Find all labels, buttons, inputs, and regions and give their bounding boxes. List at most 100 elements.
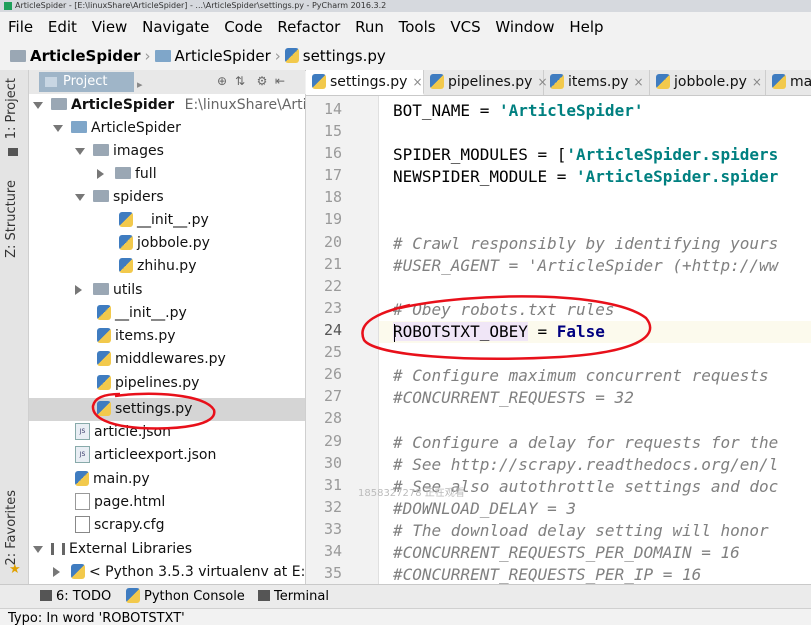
tree-item-main[interactable]: main.py [75, 468, 150, 490]
menu-edit[interactable]: Edit [48, 12, 77, 42]
left-tool-strip: 1: Project Z: Structure 2: Favorites ★ [0, 70, 29, 584]
tree-item-python-sdk[interactable]: < Python 3.5.3 virtualenv at E:\Ev [53, 561, 305, 583]
close-icon[interactable]: × [752, 75, 762, 89]
breadcrumb-package[interactable]: ArticleSpider [154, 47, 271, 65]
python-file-icon [772, 73, 786, 89]
menu-run[interactable]: Run [355, 12, 384, 42]
python-console-tab[interactable]: Python Console [126, 585, 245, 609]
side-tab-favorites[interactable]: 2: Favorites [4, 490, 19, 566]
todo-tab[interactable]: 6: TODO [40, 585, 111, 609]
todo-icon [40, 590, 52, 601]
menu-window[interactable]: Window [495, 12, 554, 42]
tree-item-page-html[interactable]: page.html [75, 491, 165, 513]
line-number: 17 [323, 166, 342, 184]
tree-item-zhihu[interactable]: zhihu.py [119, 255, 196, 277]
line-number: 14 [323, 100, 342, 118]
tab-label: settings.py [330, 74, 408, 90]
viewer-watermark: 1858327278 正在观看 [358, 488, 465, 499]
menu-help[interactable]: Help [569, 12, 603, 42]
expand-arrow-icon[interactable] [75, 148, 85, 155]
tree-item-external-libraries[interactable]: External Libraries [33, 538, 192, 560]
python-file-icon [97, 304, 111, 320]
sync-icon[interactable]: ⊕ [215, 74, 229, 88]
code-line-17: NEWSPIDER_MODULE = 'ArticleSpider.spider [393, 166, 778, 188]
code-keyword: False [556, 322, 605, 341]
star-icon[interactable]: ★ [9, 562, 21, 577]
code-line-14: BOT_NAME = 'ArticleSpider' [393, 100, 643, 122]
tree-item-article-json[interactable]: JS article.json [75, 421, 171, 443]
tab-pipelines[interactable]: pipelines.py × [424, 70, 548, 95]
collapsed-arrow-icon[interactable] [75, 285, 82, 295]
folder-icon [51, 98, 67, 110]
tree-item-scrapy-cfg[interactable]: scrapy.cfg [75, 514, 164, 536]
hide-panel-icon[interactable]: ⇤ [273, 74, 287, 88]
tree-item-jobbole[interactable]: jobbole.py [119, 232, 210, 254]
json-file-icon: JS [75, 445, 90, 463]
tree-item-articleexport-json[interactable]: JS articleexport.json [75, 444, 216, 466]
status-bar: Typo: In word 'ROBOTSTXT' [0, 608, 811, 625]
expand-arrow-icon[interactable] [33, 546, 43, 553]
close-icon[interactable]: × [634, 75, 644, 89]
tree-item-label: utils [113, 282, 143, 298]
expand-arrow-icon[interactable] [33, 102, 43, 109]
tab-jobbole[interactable]: jobbole.py × [650, 70, 766, 95]
code-line-32: #DOWNLOAD_DELAY = 3 [393, 499, 577, 518]
tree-item-label: pipelines.py [115, 375, 200, 391]
menu-view[interactable]: View [92, 12, 128, 42]
menu-vcs[interactable]: VCS [450, 12, 480, 42]
side-tab-project[interactable]: 1: Project [4, 78, 19, 139]
code-text: BOT_NAME = [393, 101, 499, 120]
project-view-icon [45, 76, 57, 87]
tree-item-full[interactable]: full [97, 163, 157, 185]
tree-item-articlespider[interactable]: ArticleSpider [53, 117, 181, 139]
tab-settings[interactable]: settings.py × [306, 70, 424, 95]
breadcrumb-file[interactable]: settings.py [284, 47, 386, 65]
line-number: 35 [323, 564, 342, 582]
tree-item-settings[interactable]: settings.py [97, 398, 192, 420]
python-console-label: Python Console [144, 589, 245, 604]
project-panel-header: Project ▸ ⊕ ⇅ ⚙ ⇤ [29, 70, 305, 95]
tree-item-images[interactable]: images [75, 140, 164, 162]
terminal-tab[interactable]: Terminal [258, 585, 329, 609]
folder-icon [154, 49, 171, 62]
expand-arrow-icon[interactable] [53, 125, 63, 132]
code-string: 'ArticleSpider' [498, 101, 644, 120]
tree-item-middlewares[interactable]: middlewares.py [97, 348, 226, 370]
folder-icon [93, 144, 109, 156]
tree-item-spiders-init[interactable]: __init__.py [119, 209, 209, 231]
tree-root[interactable]: ArticleSpider E:\linuxShare\ArticleSp [33, 94, 305, 116]
gear-icon[interactable]: ⚙ [255, 74, 269, 88]
menu-refactor[interactable]: Refactor [277, 12, 340, 42]
tree-item-label: settings.py [115, 401, 193, 417]
tree-item-utils[interactable]: utils [75, 279, 142, 301]
tree-item-spiders[interactable]: spiders [75, 186, 164, 208]
side-tab-structure[interactable]: Z: Structure [4, 180, 19, 258]
menu-tools[interactable]: Tools [399, 12, 436, 42]
close-icon[interactable]: × [412, 75, 422, 89]
project-tool-icon[interactable] [8, 148, 18, 156]
line-number: 19 [323, 210, 342, 228]
tab-items[interactable]: items.py × [544, 70, 650, 95]
python-file-icon [312, 73, 326, 89]
collapse-icon[interactable]: ⇅ [233, 74, 247, 88]
collapsed-arrow-icon[interactable] [97, 169, 104, 179]
menu-file[interactable]: File [8, 12, 33, 42]
tree-item-label: External Libraries [69, 541, 192, 557]
code-line-30: # See http://scrapy.readthedocs.org/en/l [393, 455, 779, 474]
code-text: SPIDER_MODULES = [ [393, 145, 567, 164]
menu-code[interactable]: Code [224, 12, 262, 42]
tree-item-pipelines[interactable]: pipelines.py [97, 372, 199, 394]
tree-item-items[interactable]: items.py [97, 325, 176, 347]
expand-arrow-icon[interactable] [75, 194, 85, 201]
tree-item-label: zhihu.py [137, 258, 197, 274]
python-sdk-icon [71, 563, 85, 579]
code-editor[interactable]: BOT_NAME = 'ArticleSpider' SPIDER_MODULE… [379, 96, 811, 584]
collapsed-arrow-icon[interactable] [53, 567, 60, 577]
menu-navigate[interactable]: Navigate [142, 12, 209, 42]
tab-label: items.py [568, 74, 629, 90]
breadcrumb-root[interactable]: ArticleSpider [10, 47, 141, 65]
project-view-selector[interactable]: Project [39, 72, 134, 92]
tab-main[interactable]: mai [766, 70, 811, 95]
line-number: 22 [323, 277, 342, 295]
tree-item-init[interactable]: __init__.py [97, 302, 187, 324]
